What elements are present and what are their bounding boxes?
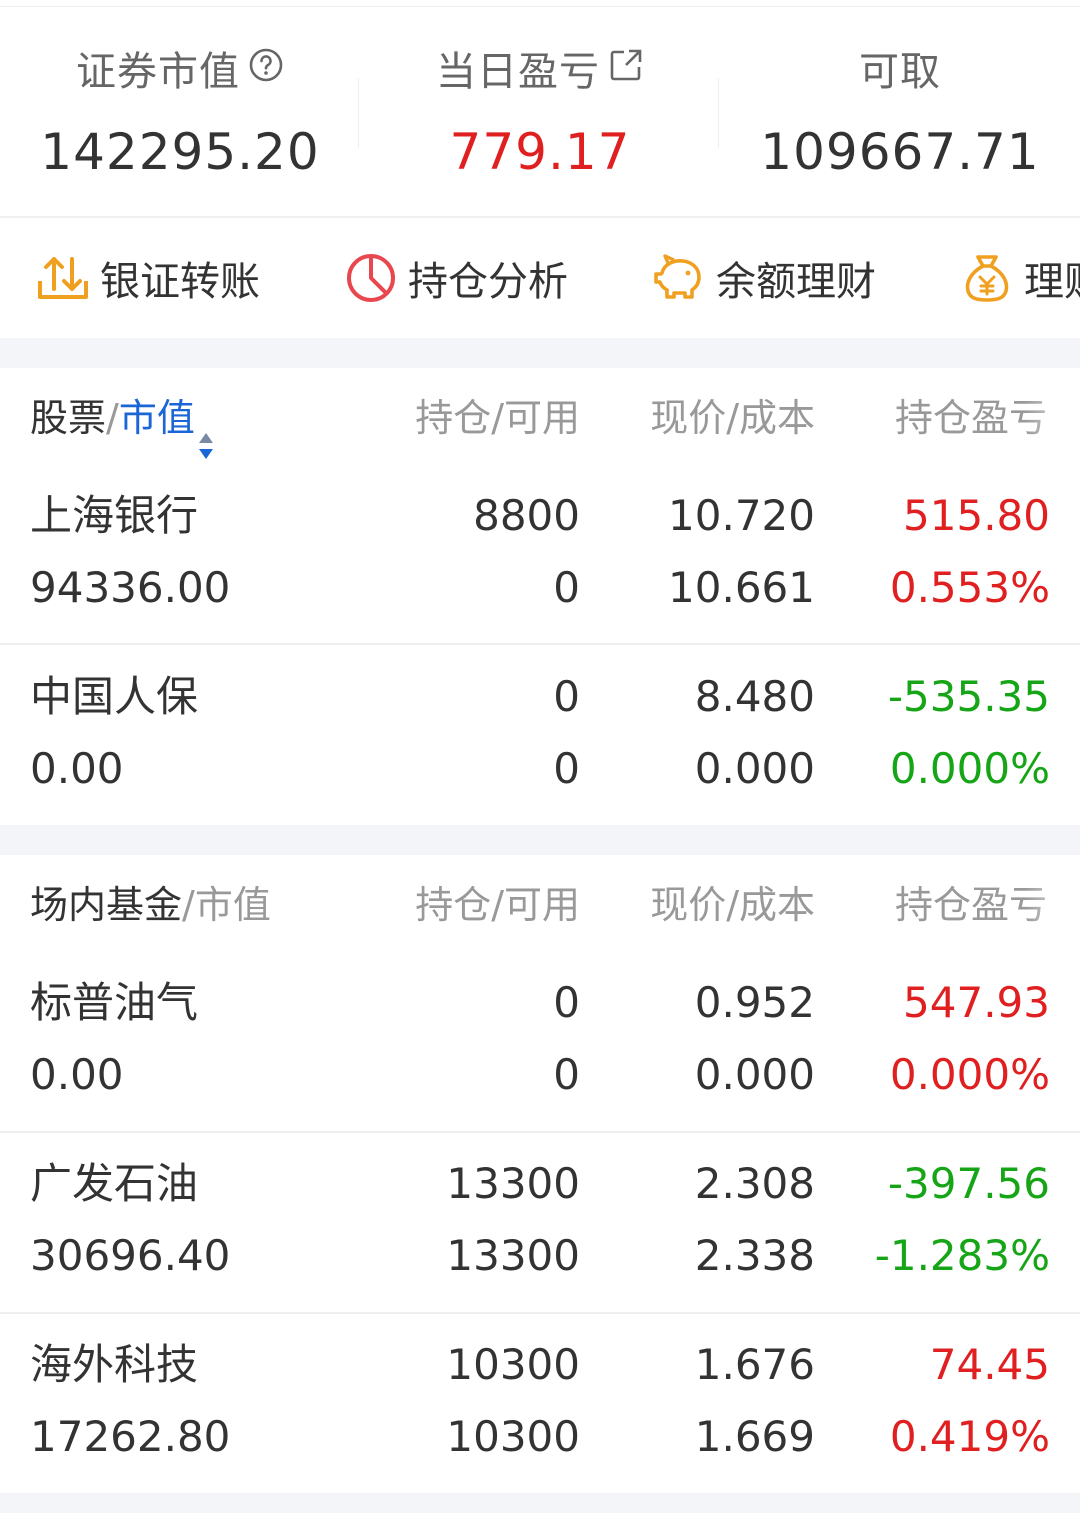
portfolio-page: 证券市值 142295.20 当日盈亏 779.17 可取 109667.71 bbox=[0, 0, 1080, 1513]
position-pl: -397.56 bbox=[887, 1159, 1050, 1208]
section-gap bbox=[0, 825, 1080, 855]
security-name: 上海银行 bbox=[30, 491, 199, 540]
account-summary: 证券市值 142295.20 当日盈亏 779.17 可取 109667.71 bbox=[0, 0, 1080, 216]
funds-table-header: 场内基金/市值 持仓/可用 现价/成本 持仓盈亏 bbox=[0, 855, 1080, 955]
withdrawable-amount: 109667.71 bbox=[760, 123, 1040, 181]
cost-price: 10.661 bbox=[668, 563, 815, 612]
current-price: 10.720 bbox=[668, 491, 815, 540]
stocks-table-header: 股票/市值 持仓/可用 现价/成本 持仓盈亏 bbox=[0, 368, 1080, 468]
position-analysis-button[interactable]: 持仓分析 bbox=[344, 218, 568, 338]
funds-market-value-label: 市值 bbox=[194, 883, 271, 927]
market-value-label: 证券市值 bbox=[76, 49, 240, 95]
piggy-bank-icon bbox=[652, 251, 706, 305]
position-pl-percent: -1.283% bbox=[874, 1231, 1050, 1280]
funds-column-position: 持仓/可用 bbox=[415, 883, 580, 927]
security-name: 中国人保 bbox=[30, 672, 199, 721]
funds-column-name[interactable]: 场内基金/市值 bbox=[30, 855, 271, 955]
market-value-label-row: 证券市值 bbox=[0, 46, 360, 98]
section-gap bbox=[0, 338, 1080, 368]
table-row[interactable]: 上海银行 94336.00 8800 0 10.720 10.661 515.8… bbox=[0, 468, 1080, 649]
external-link-icon[interactable] bbox=[608, 44, 644, 96]
position-qty: 10300 bbox=[446, 1340, 580, 1389]
summary-divider bbox=[718, 78, 719, 148]
quick-actions: 银证转账 持仓分析 余额理财 理财 bbox=[0, 218, 1080, 338]
security-market-value: 30696.40 bbox=[30, 1231, 231, 1280]
daily-pl-card[interactable]: 当日盈亏 779.17 bbox=[360, 0, 720, 216]
security-name: 海外科技 bbox=[30, 1340, 199, 1389]
cost-price: 0.000 bbox=[694, 744, 815, 793]
position-pl-percent: 0.000% bbox=[889, 1050, 1050, 1099]
row-divider bbox=[0, 643, 1080, 645]
stocks-column-price: 现价/成本 bbox=[650, 396, 815, 440]
funds-column-pl: 持仓盈亏 bbox=[895, 883, 1048, 927]
available-qty: 0 bbox=[553, 1050, 580, 1099]
cost-price: 2.338 bbox=[694, 1231, 815, 1280]
daily-pl-label-row: 当日盈亏 bbox=[360, 46, 720, 98]
sort-arrows-icon[interactable] bbox=[197, 401, 215, 459]
wealth-management-label: 理财 bbox=[1024, 259, 1080, 305]
position-qty: 13300 bbox=[446, 1159, 580, 1208]
stocks-column-name[interactable]: 股票/市值 bbox=[30, 368, 215, 468]
money-bag-icon bbox=[960, 251, 1014, 305]
available-qty: 13300 bbox=[446, 1231, 580, 1280]
position-pl-percent: 0.419% bbox=[889, 1412, 1050, 1461]
bottom-gap bbox=[0, 1493, 1080, 1513]
position-pl: 547.93 bbox=[903, 978, 1050, 1027]
funds-column-price: 现价/成本 bbox=[650, 883, 815, 927]
stocks-column-pl: 持仓盈亏 bbox=[895, 396, 1048, 440]
table-row[interactable]: 中国人保 0.00 0 0 8.480 0.000 -535.35 0.000% bbox=[0, 649, 1080, 830]
position-pl-percent: 0.553% bbox=[889, 563, 1050, 612]
sort-market-value-label: 市值 bbox=[118, 396, 195, 440]
withdrawable-label: 可取 bbox=[859, 49, 941, 95]
balance-finance-button[interactable]: 余额理财 bbox=[652, 218, 876, 338]
security-market-value: 0.00 bbox=[30, 744, 124, 793]
header-slash: / bbox=[182, 883, 195, 927]
pie-chart-icon bbox=[344, 251, 398, 305]
daily-pl-amount: 779.17 bbox=[449, 123, 631, 181]
position-qty: 0 bbox=[553, 672, 580, 721]
row-divider bbox=[0, 1131, 1080, 1133]
cost-price: 1.669 bbox=[694, 1412, 815, 1461]
bank-transfer-label: 银证转账 bbox=[100, 259, 260, 305]
header-slash: / bbox=[106, 396, 119, 440]
market-value-amount: 142295.20 bbox=[40, 123, 320, 181]
available-qty: 10300 bbox=[446, 1412, 580, 1461]
current-price: 8.480 bbox=[694, 672, 815, 721]
bank-transfer-button[interactable]: 银证转账 bbox=[36, 218, 260, 338]
security-name: 标普油气 bbox=[30, 978, 199, 1027]
daily-pl-label: 当日盈亏 bbox=[436, 49, 600, 95]
current-price: 1.676 bbox=[694, 1340, 815, 1389]
position-qty: 8800 bbox=[473, 491, 580, 540]
position-qty: 0 bbox=[553, 978, 580, 1027]
position-pl-percent: 0.000% bbox=[889, 744, 1050, 793]
table-row[interactable]: 广发石油 30696.40 13300 13300 2.308 2.338 -3… bbox=[0, 1136, 1080, 1317]
position-pl: -535.35 bbox=[887, 672, 1050, 721]
security-market-value: 94336.00 bbox=[30, 563, 231, 612]
transfer-icon bbox=[36, 251, 90, 305]
cost-price: 0.000 bbox=[694, 1050, 815, 1099]
security-market-value: 17262.80 bbox=[30, 1412, 231, 1461]
balance-finance-label: 余额理财 bbox=[716, 259, 876, 305]
funds-type-label: 场内基金 bbox=[30, 883, 183, 927]
position-pl: 74.45 bbox=[929, 1340, 1050, 1389]
stocks-type-label: 股票 bbox=[30, 396, 107, 440]
current-price: 2.308 bbox=[694, 1159, 815, 1208]
available-qty: 0 bbox=[553, 563, 580, 612]
security-market-value: 0.00 bbox=[30, 1050, 124, 1099]
withdrawable-card: 可取 109667.71 bbox=[720, 0, 1080, 216]
available-qty: 0 bbox=[553, 744, 580, 793]
table-row[interactable]: 海外科技 17262.80 10300 10300 1.676 1.669 74… bbox=[0, 1317, 1080, 1498]
stocks-column-position: 持仓/可用 bbox=[415, 396, 580, 440]
table-row[interactable]: 标普油气 0.00 0 0 0.952 0.000 547.93 0.000% bbox=[0, 955, 1080, 1136]
summary-divider bbox=[358, 78, 359, 148]
help-circle-icon[interactable] bbox=[248, 44, 284, 96]
position-pl: 515.80 bbox=[903, 491, 1050, 540]
market-value-card[interactable]: 证券市值 142295.20 bbox=[0, 0, 360, 216]
wealth-management-button[interactable]: 理财 bbox=[960, 218, 1080, 338]
position-analysis-label: 持仓分析 bbox=[408, 259, 568, 305]
current-price: 0.952 bbox=[694, 978, 815, 1027]
security-name: 广发石油 bbox=[30, 1159, 199, 1208]
row-divider bbox=[0, 1312, 1080, 1314]
